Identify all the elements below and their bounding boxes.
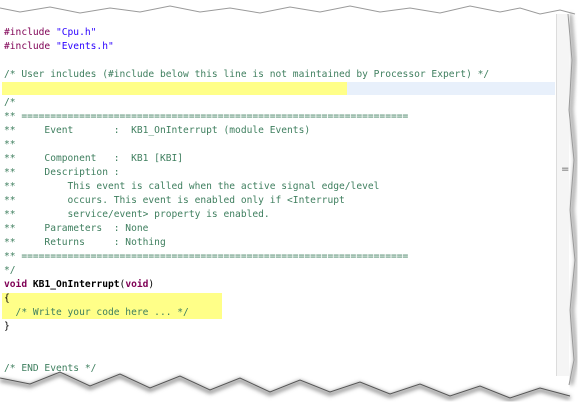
screenshot-frame: #include "Cpu.h" #include "Events.h"/* Us… — [0, 0, 584, 408]
torn-paper-edge — [0, 0, 584, 408]
